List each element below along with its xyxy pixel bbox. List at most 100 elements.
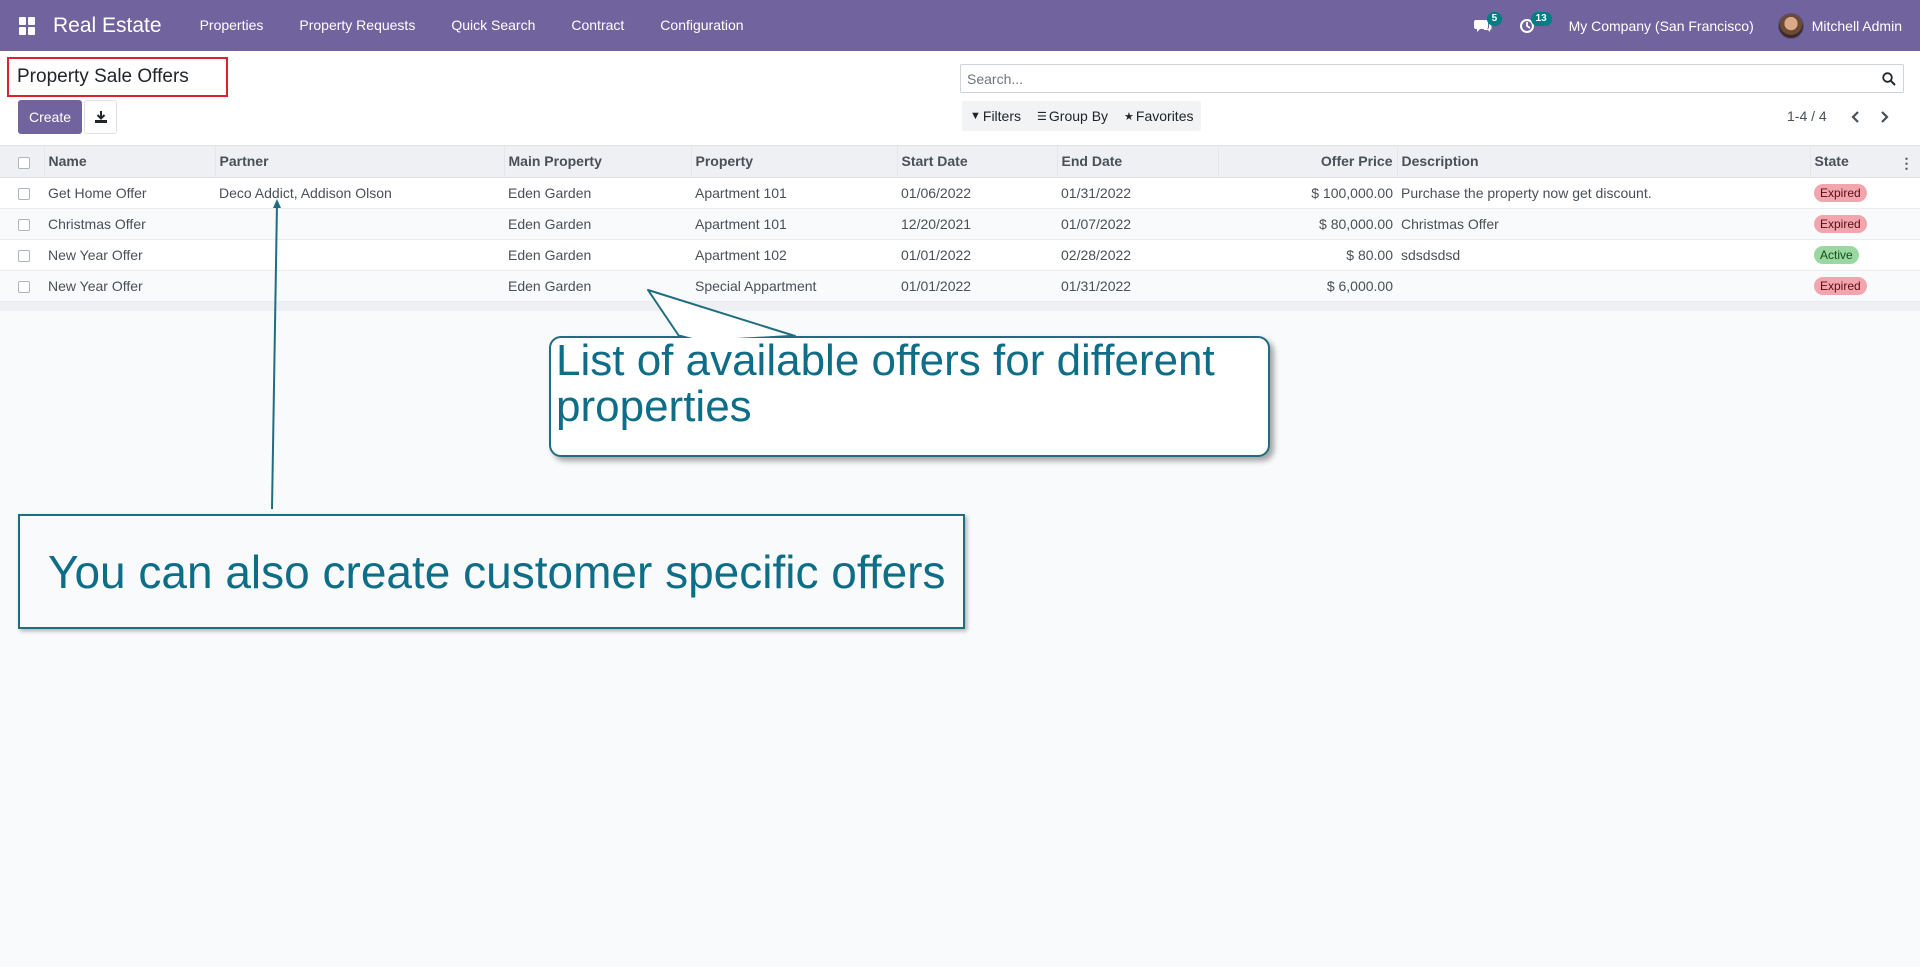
cell-partner: [215, 208, 504, 240]
cell-end-date: 01/31/2022: [1057, 177, 1218, 209]
cell-main-property: Eden Garden: [504, 270, 691, 302]
column-header-description[interactable]: Description: [1397, 146, 1811, 178]
row-checkbox[interactable]: [18, 187, 30, 200]
search-options-bar: ▼ Filters ☰ Group By ★ Favorites: [962, 101, 1202, 131]
cell-start-date: 01/06/2022: [897, 177, 1057, 209]
menu-quick-search[interactable]: Quick Search: [433, 0, 553, 51]
page-title: Property Sale Offers: [17, 66, 189, 87]
cell-offer-price: $ 80,000.00: [1218, 208, 1397, 240]
table-row[interactable]: Get Home Offer Deco Addict, Addison Olso…: [0, 177, 1920, 209]
column-header-property[interactable]: Property: [691, 146, 898, 178]
cell-description: Christmas Offer: [1397, 208, 1810, 240]
search-button[interactable]: [1875, 71, 1903, 86]
filters-label: Filters: [982, 108, 1022, 124]
activities-button[interactable]: 13: [1505, 0, 1552, 51]
offers-table: Name Partner Main Property Property Star…: [0, 146, 1920, 302]
column-header-state-cell: State ⋮: [1810, 146, 1920, 178]
cell-partner: [215, 270, 504, 302]
user-menu[interactable]: Mitchell Admin: [1777, 12, 1920, 39]
cell-state: Expired: [1810, 270, 1920, 302]
create-button[interactable]: Create: [18, 100, 82, 134]
table-header-row: Name Partner Main Property Property Star…: [0, 146, 1920, 178]
messages-button[interactable]: 5: [1461, 0, 1505, 51]
group-by-button[interactable]: ☰ Group By: [1029, 101, 1116, 131]
column-header-state[interactable]: State: [1815, 153, 1849, 169]
pager-value[interactable]: 1-4 / 4: [1787, 108, 1827, 124]
select-all-checkbox[interactable]: [18, 156, 30, 169]
row-checkbox[interactable]: [18, 280, 30, 293]
favorites-button[interactable]: ★ Favorites: [1116, 101, 1201, 131]
cell-name: New Year Offer: [44, 239, 215, 271]
group-by-label: Group By: [1048, 108, 1109, 124]
cell-end-date: 02/28/2022: [1057, 239, 1218, 271]
company-switcher[interactable]: My Company (San Francisco): [1549, 18, 1778, 34]
app-brand[interactable]: Real Estate: [53, 14, 162, 38]
cell-property: Apartment 101: [691, 208, 897, 240]
column-header-name[interactable]: Name: [44, 146, 216, 178]
search-icon: [1882, 71, 1896, 86]
messages-count-badge: 5: [1486, 12, 1503, 26]
top-navbar: Real Estate Properties Property Requests…: [0, 0, 1920, 51]
column-header-main-property[interactable]: Main Property: [504, 146, 692, 178]
callout-bubble: List of available offers for different p…: [549, 336, 1270, 457]
cell-start-date: 12/20/2021: [897, 208, 1057, 240]
menu-properties[interactable]: Properties: [182, 0, 282, 51]
column-header-partner[interactable]: Partner: [215, 146, 505, 178]
cell-offer-price: $ 100,000.00: [1218, 177, 1397, 209]
menu-configuration[interactable]: Configuration: [642, 0, 761, 51]
cell-property: Special Appartment: [691, 270, 897, 302]
filters-button[interactable]: ▼ Filters: [962, 101, 1029, 131]
menu-contract[interactable]: Contract: [553, 0, 642, 51]
table-row[interactable]: New Year Offer Eden Garden Special Appar…: [0, 270, 1920, 302]
cell-name: New Year Offer: [44, 270, 215, 302]
cell-offer-price: $ 80.00: [1218, 239, 1397, 271]
column-header-start-date[interactable]: Start Date: [897, 146, 1058, 178]
status-badge: Expired: [1814, 276, 1867, 295]
cell-name: Get Home Offer: [44, 177, 215, 209]
search-box: [960, 64, 1904, 93]
cell-main-property: Eden Garden: [504, 208, 691, 240]
search-input[interactable]: [961, 70, 1875, 87]
row-checkbox[interactable]: [18, 218, 30, 231]
download-button[interactable]: [84, 100, 117, 134]
cell-offer-price: $ 6,000.00: [1218, 270, 1397, 302]
cell-partner: Deco Addict, Addison Olson: [215, 177, 504, 209]
column-header-offer-price[interactable]: Offer Price: [1218, 146, 1398, 178]
cell-state: Expired: [1810, 208, 1920, 240]
menu-property-requests[interactable]: Property Requests: [281, 0, 433, 51]
row-select-cell: [0, 239, 44, 271]
row-select-cell: [0, 177, 44, 209]
table-row[interactable]: Christmas Offer Eden Garden Apartment 10…: [0, 208, 1920, 240]
activities-count-badge: 13: [1530, 12, 1552, 26]
cell-description: sdsdsdsd: [1397, 239, 1810, 271]
cell-state: Active: [1810, 239, 1920, 271]
favorites-label: Favorites: [1135, 108, 1194, 124]
pager-next-button[interactable]: [1873, 105, 1897, 129]
avatar: [1777, 12, 1804, 39]
chevron-right-icon: [1881, 111, 1889, 123]
table-row[interactable]: New Year Offer Eden Garden Apartment 102…: [0, 239, 1920, 271]
apps-menu-icon[interactable]: [19, 16, 37, 35]
column-header-end-date[interactable]: End Date: [1057, 146, 1219, 178]
cell-start-date: 01/01/2022: [897, 239, 1057, 271]
status-badge: Expired: [1814, 214, 1867, 233]
cell-name: Christmas Offer: [44, 208, 215, 240]
cell-start-date: 01/01/2022: [897, 270, 1057, 302]
status-badge: Expired: [1814, 183, 1867, 202]
filter-icon: ▼: [970, 110, 981, 122]
cell-state: Expired: [1810, 177, 1920, 209]
list-icon: ☰: [1037, 110, 1047, 123]
cell-end-date: 01/31/2022: [1057, 270, 1218, 302]
status-badge: Active: [1814, 245, 1859, 264]
optional-columns-icon[interactable]: ⋮: [1900, 155, 1914, 172]
cell-description: Purchase the property now get discount.: [1397, 177, 1810, 209]
row-select-cell: [0, 208, 44, 240]
control-panel: Property Sale Offers Create ▼Filters ☰Gr…: [0, 51, 1920, 146]
star-icon: ★: [1124, 110, 1134, 123]
row-checkbox[interactable]: [18, 249, 30, 262]
cell-partner: [215, 239, 504, 271]
pager-previous-button[interactable]: [1843, 105, 1867, 129]
download-icon: [94, 111, 107, 123]
cell-property: Apartment 101: [691, 177, 897, 209]
user-name: Mitchell Admin: [1811, 17, 1902, 34]
